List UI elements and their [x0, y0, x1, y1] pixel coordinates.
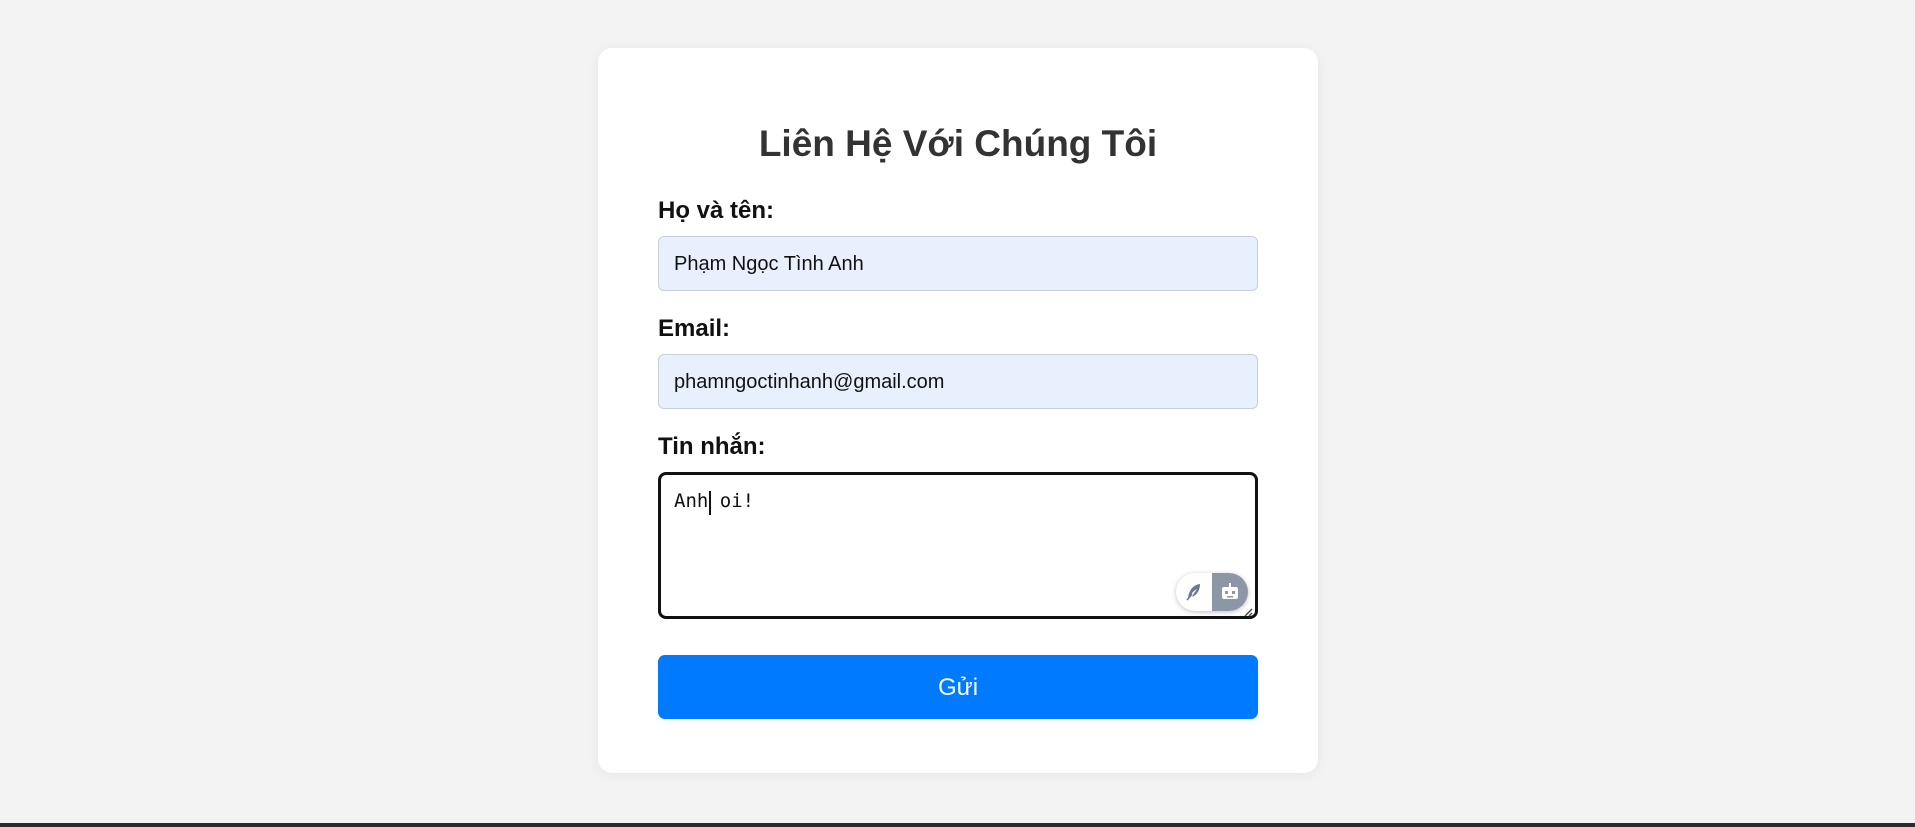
email-label: Email: [658, 315, 731, 342]
writing-assistant-widget[interactable] [1176, 573, 1248, 611]
message-text: Anh oi! [674, 490, 755, 512]
message-field[interactable]: Anh oi! [658, 472, 1258, 619]
page: Liên Hệ Với Chúng Tôi Họ và tên: Phạm Ng… [0, 0, 1915, 827]
page-title: Liên Hệ Với Chúng Tôi [758, 123, 1158, 164]
message-label: Tin nhắn: [658, 433, 766, 460]
bottom-bar [0, 823, 1915, 827]
message-field-wrapper: Anh oi! [658, 472, 1258, 619]
feather-icon[interactable] [1176, 573, 1212, 611]
resize-handle[interactable] [1243, 604, 1253, 617]
text-caret [709, 491, 711, 515]
submit-button[interactable]: Gửi [658, 655, 1258, 719]
email-field[interactable]: phamngoctinhanh@gmail.com [658, 354, 1258, 409]
contact-card: Liên Hệ Với Chúng Tôi Họ và tên: Phạm Ng… [598, 48, 1318, 773]
name-label: Họ và tên: [658, 197, 775, 224]
name-field[interactable]: Phạm Ngọc Tình Anh [658, 236, 1258, 291]
